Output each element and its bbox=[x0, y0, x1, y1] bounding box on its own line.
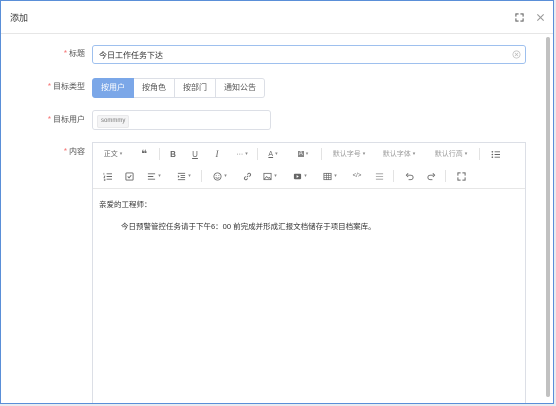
link-icon[interactable] bbox=[241, 169, 253, 183]
video-icon[interactable]: ▾ bbox=[291, 169, 309, 183]
image-icon[interactable]: ▾ bbox=[261, 169, 279, 183]
target-type-group: 按用户 按角色 按部门 通知公告 bbox=[92, 78, 265, 98]
close-icon[interactable] bbox=[534, 11, 546, 23]
target-user-label: * 目标用户 bbox=[47, 115, 85, 124]
underline-icon[interactable]: U bbox=[189, 147, 201, 161]
target-type-label: * 目标类型 bbox=[47, 82, 85, 91]
target-type-announcement[interactable]: 通知公告 bbox=[216, 78, 265, 98]
table-icon[interactable]: ▾ bbox=[321, 169, 339, 183]
redo-icon[interactable] bbox=[425, 169, 437, 183]
title-input-value: 今日工作任务下达 bbox=[99, 51, 163, 60]
bulleted-list-icon[interactable] bbox=[489, 147, 501, 161]
indent-icon[interactable]: ▾ bbox=[175, 169, 193, 183]
justify-icon[interactable]: ▾ bbox=[145, 169, 163, 183]
target-type-by-user[interactable]: 按用户 bbox=[92, 78, 134, 98]
editor-fullscreen-icon[interactable] bbox=[455, 169, 467, 183]
bold-icon[interactable]: B bbox=[167, 147, 179, 161]
add-dialog: 添加 * 标题 今日工作任务下达 * 目标类型 按用户 按角色 按部门 通知公告 *… bbox=[0, 0, 554, 404]
user-tag[interactable]: sommmy bbox=[97, 115, 130, 128]
more-style-icon[interactable]: ··· ▾ bbox=[231, 147, 253, 161]
fullscreen-icon[interactable] bbox=[513, 11, 525, 23]
font-size-select[interactable]: 默认字号 ▾ bbox=[329, 147, 369, 161]
content-label: * 内容 bbox=[63, 147, 85, 156]
divider-icon[interactable] bbox=[373, 169, 385, 183]
undo-icon[interactable] bbox=[403, 169, 415, 183]
emoji-icon[interactable]: ▾ bbox=[211, 169, 229, 183]
editor-content[interactable]: 亲爱的工程师： 今日预警管控任务请于下午6：00 前完成并形成汇报文档储存于项目… bbox=[93, 189, 525, 403]
font-family-select[interactable]: 默认字体 ▾ bbox=[379, 147, 419, 161]
italic-icon[interactable]: I bbox=[211, 147, 223, 161]
target-type-by-role[interactable]: 按角色 bbox=[134, 78, 175, 98]
font-color-icon[interactable]: A ▾ bbox=[263, 147, 283, 161]
code-icon[interactable]: </> bbox=[351, 169, 363, 183]
content-greeting: 亲爱的工程师： bbox=[99, 200, 152, 209]
paragraph-select[interactable]: 正文 ▾ bbox=[99, 147, 127, 161]
title-label: * 标题 bbox=[63, 49, 85, 58]
editor-toolbar: 正文 ▾ ❝ B U I ··· ▾ A ▾ A ▾ 默认字号 ▾ 默认字体 ▾ 默认行高 ▾ bbox=[93, 143, 525, 189]
target-type-by-department[interactable]: 按部门 bbox=[175, 78, 216, 98]
target-user-select[interactable]: sommmy bbox=[92, 110, 271, 130]
content-body: 今日预警管控任务请于下午6：00 前完成并形成汇报文档储存于项目档案库。 bbox=[121, 222, 376, 231]
dialog-scrollbar[interactable] bbox=[546, 37, 550, 397]
title-input[interactable]: 今日工作任务下达 bbox=[92, 45, 526, 64]
todo-checkbox-icon[interactable] bbox=[123, 169, 135, 183]
dialog-header: 添加 bbox=[1, 1, 553, 34]
rich-text-editor: 正文 ▾ ❝ B U I ··· ▾ A ▾ A ▾ 默认字号 ▾ 默认字体 ▾ 默认行高 ▾ bbox=[92, 142, 526, 403]
numbered-list-icon[interactable] bbox=[101, 169, 113, 183]
clear-icon[interactable] bbox=[512, 50, 521, 59]
quote-icon[interactable]: ❝ bbox=[137, 147, 151, 161]
line-height-select[interactable]: 默认行高 ▾ bbox=[431, 147, 471, 161]
dialog-title: 添加 bbox=[10, 13, 29, 23]
background-color-icon[interactable]: A ▾ bbox=[293, 147, 313, 161]
